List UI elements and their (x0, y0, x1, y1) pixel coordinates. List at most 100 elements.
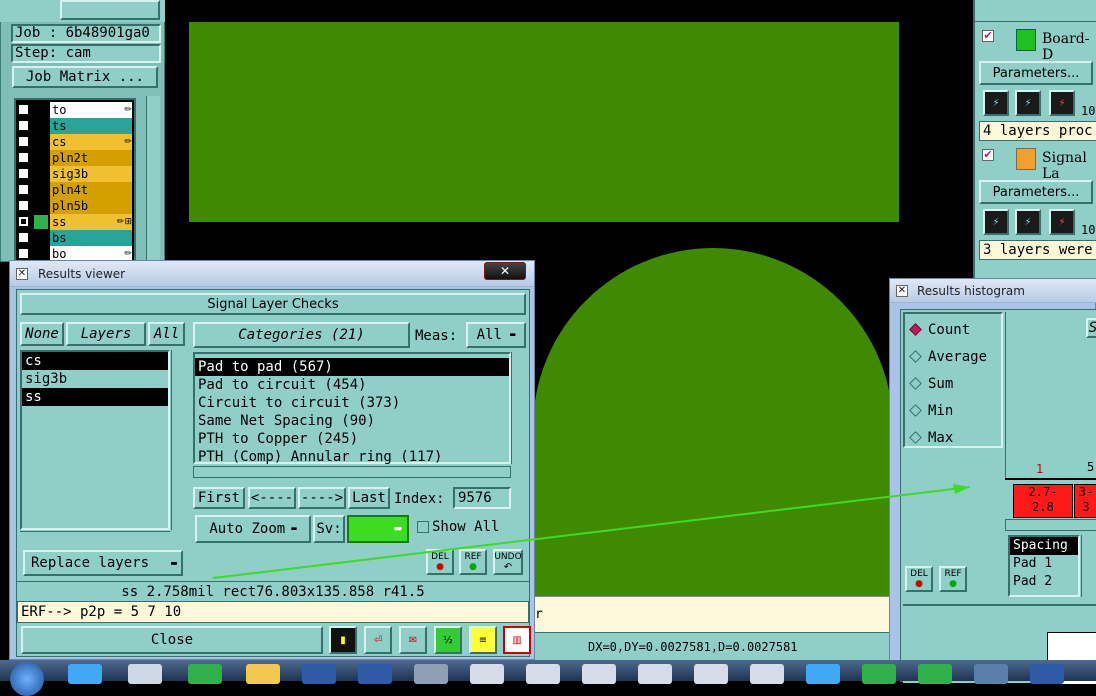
radio-diamond-icon[interactable] (909, 431, 922, 444)
taskbar-app-13[interactable] (750, 664, 784, 684)
stat-option[interactable]: Sum (905, 370, 1001, 397)
histogram-bar-1[interactable]: 2.7- 2.8 (1013, 484, 1073, 518)
histogram-list[interactable]: Spacing Pad 1 Pad 2 (1008, 535, 1080, 597)
meas-dropdown[interactable]: All ▬ (466, 322, 526, 348)
layer-checkbox[interactable] (18, 168, 29, 179)
histogram-list-item[interactable]: Spacing (1010, 537, 1078, 555)
histogram-bar-2[interactable]: 3- 3 (1074, 484, 1096, 518)
category-item[interactable]: Circuit to circuit (373) (195, 394, 509, 412)
run-icon-3[interactable]: ⚡ (1049, 90, 1075, 116)
run-icon-2[interactable]: ⚡ (1015, 90, 1041, 116)
layer-row[interactable]: cs ✏ (16, 134, 134, 150)
ref-button[interactable]: REF ● (459, 549, 487, 575)
close-window-button[interactable]: ✕ (484, 262, 526, 280)
radio-diamond-icon[interactable] (909, 350, 922, 363)
stat-option[interactable]: Count (905, 316, 1001, 343)
layer-row[interactable]: pln2t (16, 150, 134, 166)
job-matrix-button[interactable]: Job Matrix ... (12, 66, 158, 88)
layer-checkbox[interactable] (18, 152, 29, 163)
histogram-plot[interactable]: S (1005, 312, 1096, 480)
last-button[interactable]: Last (348, 487, 390, 509)
taskbar-app-2[interactable] (128, 664, 162, 684)
taskbar-app-10[interactable] (582, 664, 616, 684)
first-button[interactable]: First (193, 487, 245, 509)
index-field[interactable]: 9576 (453, 487, 511, 509)
radio-diamond-icon[interactable] (909, 377, 922, 390)
layer-checkbox[interactable] (18, 104, 29, 115)
layer-row[interactable]: pln4t (16, 182, 134, 198)
taskbar-app-9[interactable] (526, 664, 560, 684)
layer-row[interactable]: sig3b (16, 166, 134, 182)
layer-list-item[interactable]: sig3b (22, 370, 168, 388)
taskbar-app-1[interactable] (68, 664, 102, 684)
report-icon[interactable]: ✉ (399, 626, 427, 654)
radio-diamond-icon[interactable] (909, 323, 922, 336)
numbers-icon[interactable]: ½ (434, 626, 462, 654)
prev-button[interactable]: <---- (248, 487, 296, 509)
layer-row[interactable]: ts (16, 118, 134, 134)
layer-row[interactable]: pln5b (16, 198, 134, 214)
exit-icon[interactable]: ⏎ (364, 626, 392, 654)
stat-option[interactable]: Average (905, 343, 1001, 370)
category-item[interactable]: PTH to Copper (245) (195, 430, 509, 448)
taskbar-app-3[interactable] (188, 664, 222, 684)
layer-list-item[interactable]: cs (22, 352, 168, 370)
run-icon-4[interactable]: ⚡ (983, 209, 1009, 235)
taskbar-app-4[interactable] (246, 664, 280, 684)
categories-hscroll[interactable] (193, 466, 511, 478)
layer-select-list[interactable]: cs sig3b ss (20, 350, 170, 530)
category-item[interactable]: Pad to circuit (454) (195, 376, 509, 394)
none-button[interactable]: None (20, 322, 64, 346)
sv-color-dropdown[interactable]: ▬ (347, 515, 409, 543)
taskbar-app-8[interactable] (470, 664, 504, 684)
stat-option[interactable]: Min (905, 397, 1001, 424)
radio-diamond-icon[interactable] (909, 404, 922, 417)
categories-vscroll[interactable] (511, 352, 525, 464)
parameters-button-2[interactable]: Parameters... (979, 180, 1093, 204)
categories-list[interactable]: Pad to pad (567) Pad to circuit (454) Circ… (193, 352, 511, 466)
del-button[interactable]: DEL ● (426, 549, 454, 575)
layer-row[interactable]: ss ✏⊞ (16, 214, 134, 230)
taskbar-app-18[interactable] (1030, 664, 1064, 684)
hist-ref-button[interactable]: REF ● (939, 566, 967, 592)
layer-checkbox[interactable] (18, 216, 29, 227)
start-button[interactable] (10, 662, 44, 696)
stat-option[interactable]: Max (905, 424, 1001, 451)
histogram-icon[interactable]: ▥ (503, 626, 531, 654)
taskbar-app-7[interactable] (414, 664, 448, 684)
hist-del-button[interactable]: DEL ● (905, 566, 933, 592)
histogram-list-item[interactable]: Pad 2 (1010, 573, 1078, 591)
parameters-button-1[interactable]: Parameters... (979, 61, 1093, 85)
close-button[interactable]: Close (21, 626, 323, 654)
layer-list-scrollbar[interactable] (146, 96, 160, 262)
taskbar-app-12[interactable] (694, 664, 728, 684)
category-item[interactable]: PTH (Comp) Annular ring (117) (195, 448, 509, 466)
taskbar-app-16[interactable] (918, 664, 952, 684)
layer-checkbox[interactable] (18, 232, 29, 243)
layer-checkbox[interactable] (18, 184, 29, 195)
notes-icon[interactable]: ≡ (469, 626, 497, 654)
show-all-checkbox[interactable] (417, 521, 429, 533)
layer-checkbox[interactable] (18, 200, 29, 211)
all-button[interactable]: All (148, 322, 185, 346)
layer-checkbox[interactable] (18, 120, 29, 131)
taskbar-app-6[interactable] (358, 664, 392, 684)
layer-row[interactable]: to ✏ (16, 102, 134, 118)
run-icon-5[interactable]: ⚡ (1015, 209, 1041, 235)
run-icon-6[interactable]: ⚡ (1049, 209, 1075, 235)
layer-checkbox[interactable] (18, 248, 29, 259)
undo-button[interactable]: UNDO ↶ (493, 549, 523, 575)
histogram-list-vscroll[interactable] (1081, 535, 1095, 597)
histogram-hscroll[interactable] (1005, 519, 1096, 531)
top-strip-btn[interactable] (60, 0, 160, 20)
taskbar-app-11[interactable] (638, 664, 672, 684)
category-item[interactable]: Pad to pad (567) (195, 358, 509, 376)
layer-checkbox[interactable] (18, 136, 29, 147)
layer-list-item[interactable]: ss (22, 388, 168, 406)
layer-select-hscroll[interactable] (20, 531, 170, 543)
auto-zoom-dropdown[interactable]: Auto Zoom ▬ (195, 515, 311, 543)
histogram-list-item[interactable]: Pad 1 (1010, 555, 1078, 573)
replace-layers-dropdown[interactable]: Replace layers ▬ (23, 550, 183, 576)
taskbar-app-15[interactable] (862, 664, 896, 684)
taskbar-app-17[interactable] (974, 664, 1008, 684)
